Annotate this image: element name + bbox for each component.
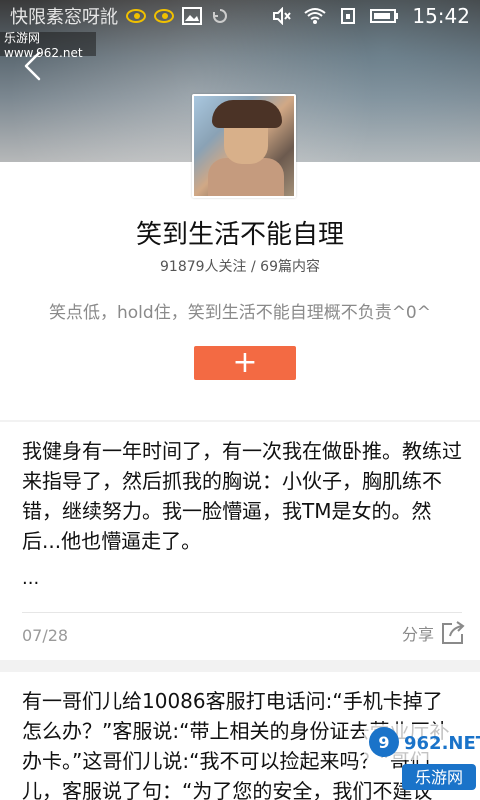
wifi-icon (304, 8, 326, 24)
avatar (192, 94, 296, 198)
eye-icon (126, 9, 146, 23)
svg-text:9: 9 (378, 733, 389, 752)
mute-icon (273, 7, 292, 25)
status-time: 15:42 (412, 4, 470, 28)
battery-icon (370, 9, 399, 23)
profile-name: 笑到生活不能自理 (135, 220, 344, 250)
chevron-left-icon (24, 51, 41, 81)
profile-card (0, 162, 480, 420)
back-button[interactable] (14, 48, 50, 84)
watermark-bottom-right: 9 962.NET 乐游网 (358, 720, 480, 800)
image-icon (182, 7, 202, 25)
share-icon (440, 620, 466, 646)
post-text: 我健身有一年时间了，有一次我在做卧推。教练过来指导了，然后抓我的胸说：小伙子，胸… (22, 439, 462, 553)
sync-icon (213, 9, 227, 23)
watermark-site-text: 乐游网 (415, 768, 463, 787)
avatar-hair-shape (212, 100, 282, 128)
post-card[interactable]: 我健身有一年时间了，有一次我在做卧推。教练过来指导了，然后抓我的胸说：小伙子，胸… (0, 422, 480, 660)
profile-description: 笑点低，hold住，笑到生活不能自理概不负责^0^ (49, 303, 431, 323)
watermark-brand-text: 962.NET (404, 733, 480, 754)
eye-icon (154, 9, 174, 23)
share-label: 分享 (401, 625, 434, 644)
sim-icon (341, 8, 356, 24)
plus-icon: + (232, 345, 258, 380)
status-left: 快限素窓呀訛 (10, 3, 230, 29)
follow-button[interactable]: + (194, 346, 296, 380)
post-ellipsis: ... (22, 568, 40, 589)
status-bar: 快限素窓呀訛 15:42 (0, 0, 480, 32)
divider (22, 612, 462, 613)
avatar-body-shape (208, 158, 284, 196)
profile-stats: 91879人关注 / 69篇内容 (160, 259, 320, 275)
watermark-logo: 9 962.NET 乐游网 (364, 724, 480, 790)
screen: 快限素窓呀訛 15:42 乐游网 www.962.net 笑到生活不能自理 91… (0, 0, 480, 800)
status-right: 15:42 (272, 4, 470, 28)
share-button[interactable]: 分享 (402, 620, 466, 646)
post-date: 07/28 (22, 626, 69, 645)
status-notification-text: 快限素窓呀訛 (10, 7, 118, 28)
